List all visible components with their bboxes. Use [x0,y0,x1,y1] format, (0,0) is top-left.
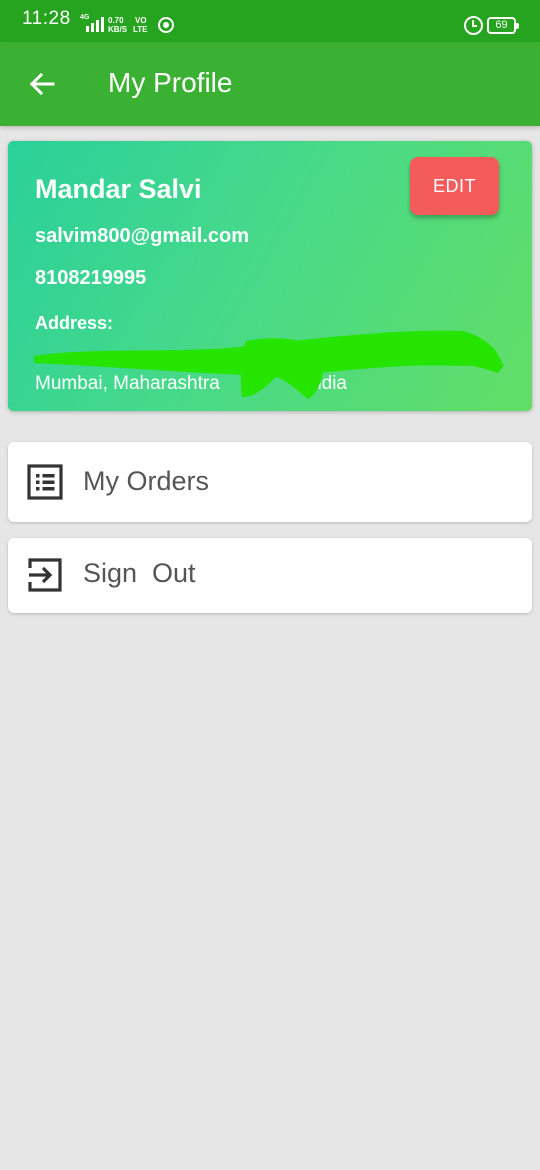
user-phone: 8108219995 [35,267,147,289]
network-type: 4G [80,14,90,21]
battery-icon: 69 [487,17,519,34]
user-name: Mandar Salvi [35,174,202,204]
whatsapp-icon [158,17,174,33]
sign-out-item[interactable]: Sign Out [8,538,532,613]
address-label: Address: [35,313,114,333]
speed-unit: KB/S [108,25,128,34]
speed-value: 0.70 [108,16,124,25]
address-country: India [305,373,347,394]
my-orders-item[interactable]: My Orders [8,442,532,522]
exit-icon [26,556,64,594]
user-email: salvim800@gmail.com [35,225,250,247]
app-bar: My Profile [0,42,540,126]
edit-button[interactable]: EDIT [410,157,499,215]
status-bar: 11:28 4G 0.70 KB/S VO LTE 69 [0,0,540,42]
list-icon [26,463,64,501]
volte-top: VO [135,16,147,25]
address-city-state: Mumbai, Maharashtra [35,373,220,394]
alarm-icon [464,16,483,35]
page-title: My Profile [108,67,233,98]
status-time: 11:28 [22,8,71,29]
back-arrow-icon[interactable] [26,68,58,100]
address-line: Mumbai, Maharashtra India [35,373,347,395]
profile-card: Mandar Salvi salvim800@gmail.com 8108219… [8,141,532,411]
sign-out-label: Sign Out [83,558,196,588]
my-orders-label: My Orders [83,466,210,496]
volte-bottom: LTE [133,25,148,34]
